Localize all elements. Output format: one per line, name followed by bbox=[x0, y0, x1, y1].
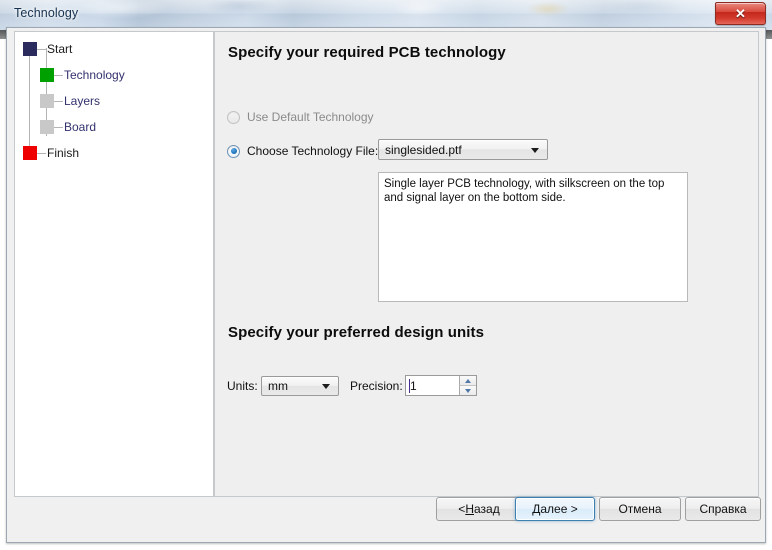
wizard-step-marker-icon bbox=[23, 42, 37, 56]
wizard-step-marker-icon bbox=[23, 146, 37, 160]
technology-file-select[interactable]: singlesided.ptf bbox=[378, 139, 548, 160]
wizard-steps-panel: Start Technology Layers Board Finish bbox=[14, 31, 214, 497]
next-button[interactable]: Далее > bbox=[515, 497, 595, 521]
help-button[interactable]: Справка bbox=[685, 497, 761, 521]
page-title-units: Specify your preferred design units bbox=[228, 324, 485, 341]
radio-indicator-default[interactable] bbox=[227, 110, 240, 124]
radio-use-default-technology[interactable]: Use Default Technology bbox=[227, 110, 374, 124]
tree-connector-stub bbox=[54, 127, 63, 128]
tree-connector-stub bbox=[54, 101, 63, 102]
chevron-down-icon bbox=[322, 384, 330, 389]
aero-glass-backdrop bbox=[0, 0, 772, 30]
wizard-step-label: Layers bbox=[64, 94, 101, 108]
units-select[interactable]: mm bbox=[261, 376, 339, 396]
back-button-suffix: азад bbox=[473, 502, 500, 516]
wizard-steps-tree: Start Technology Layers Board Finish bbox=[15, 32, 213, 496]
tree-connector-stub bbox=[37, 153, 46, 154]
close-icon: ✕ bbox=[735, 6, 746, 21]
back-button-prefix: < bbox=[458, 502, 466, 516]
radio-indicator-file[interactable] bbox=[227, 144, 240, 158]
wizard-step-label: Board bbox=[64, 120, 97, 134]
cancel-button[interactable]: Отмена bbox=[599, 497, 681, 521]
window-title: Technology bbox=[14, 6, 79, 20]
radio-choose-technology-file[interactable]: Choose Technology File: bbox=[227, 144, 378, 158]
page-title-technology: Specify your required PCB technology bbox=[228, 44, 506, 61]
close-button[interactable]: ✕ bbox=[715, 2, 766, 25]
back-button-accel: Н bbox=[465, 502, 474, 516]
wizard-step-label: Start bbox=[47, 42, 73, 56]
tree-connector-stub bbox=[54, 75, 63, 76]
radio-label-default: Use Default Technology bbox=[247, 110, 374, 124]
dialog-button-bar: < Назад Далее > Отмена Справка bbox=[7, 497, 765, 542]
precision-spin-buttons bbox=[459, 376, 476, 395]
dialog-window: Technology ✕ Start Technology Layers Board F… bbox=[0, 0, 772, 550]
wizard-step-label: Technology bbox=[64, 68, 125, 82]
next-button-accel: Д bbox=[532, 502, 541, 516]
radio-label-file: Choose Technology File: bbox=[247, 144, 379, 158]
wizard-step-label: Finish bbox=[47, 146, 80, 160]
spinner-down-icon[interactable] bbox=[459, 385, 476, 395]
content-panel: Specify your required PCB technology Use… bbox=[214, 31, 759, 497]
tree-connector-stub bbox=[37, 49, 46, 50]
back-button[interactable]: < Назад bbox=[436, 497, 522, 521]
dialog-body: Start Technology Layers Board Finish Specify… bbox=[6, 27, 766, 543]
precision-value[interactable]: 1 bbox=[410, 376, 417, 395]
wizard-step-marker-icon bbox=[40, 68, 54, 82]
wizard-step-marker-icon bbox=[40, 94, 54, 108]
technology-file-value: singlesided.ptf bbox=[385, 142, 462, 157]
units-value: mm bbox=[268, 379, 288, 393]
next-button-suffix: алее > bbox=[540, 502, 578, 516]
tree-connector-outer bbox=[29, 48, 30, 152]
title-bar: Technology ✕ bbox=[0, 0, 772, 30]
technology-description: Single layer PCB technology, with silksc… bbox=[378, 172, 688, 302]
precision-stepper[interactable]: 1 bbox=[405, 375, 477, 396]
units-label: Units: bbox=[227, 379, 258, 393]
precision-label: Precision: bbox=[350, 379, 403, 393]
wizard-step-marker-icon bbox=[40, 120, 54, 134]
chevron-down-icon bbox=[531, 147, 539, 153]
spinner-up-icon[interactable] bbox=[459, 376, 476, 385]
